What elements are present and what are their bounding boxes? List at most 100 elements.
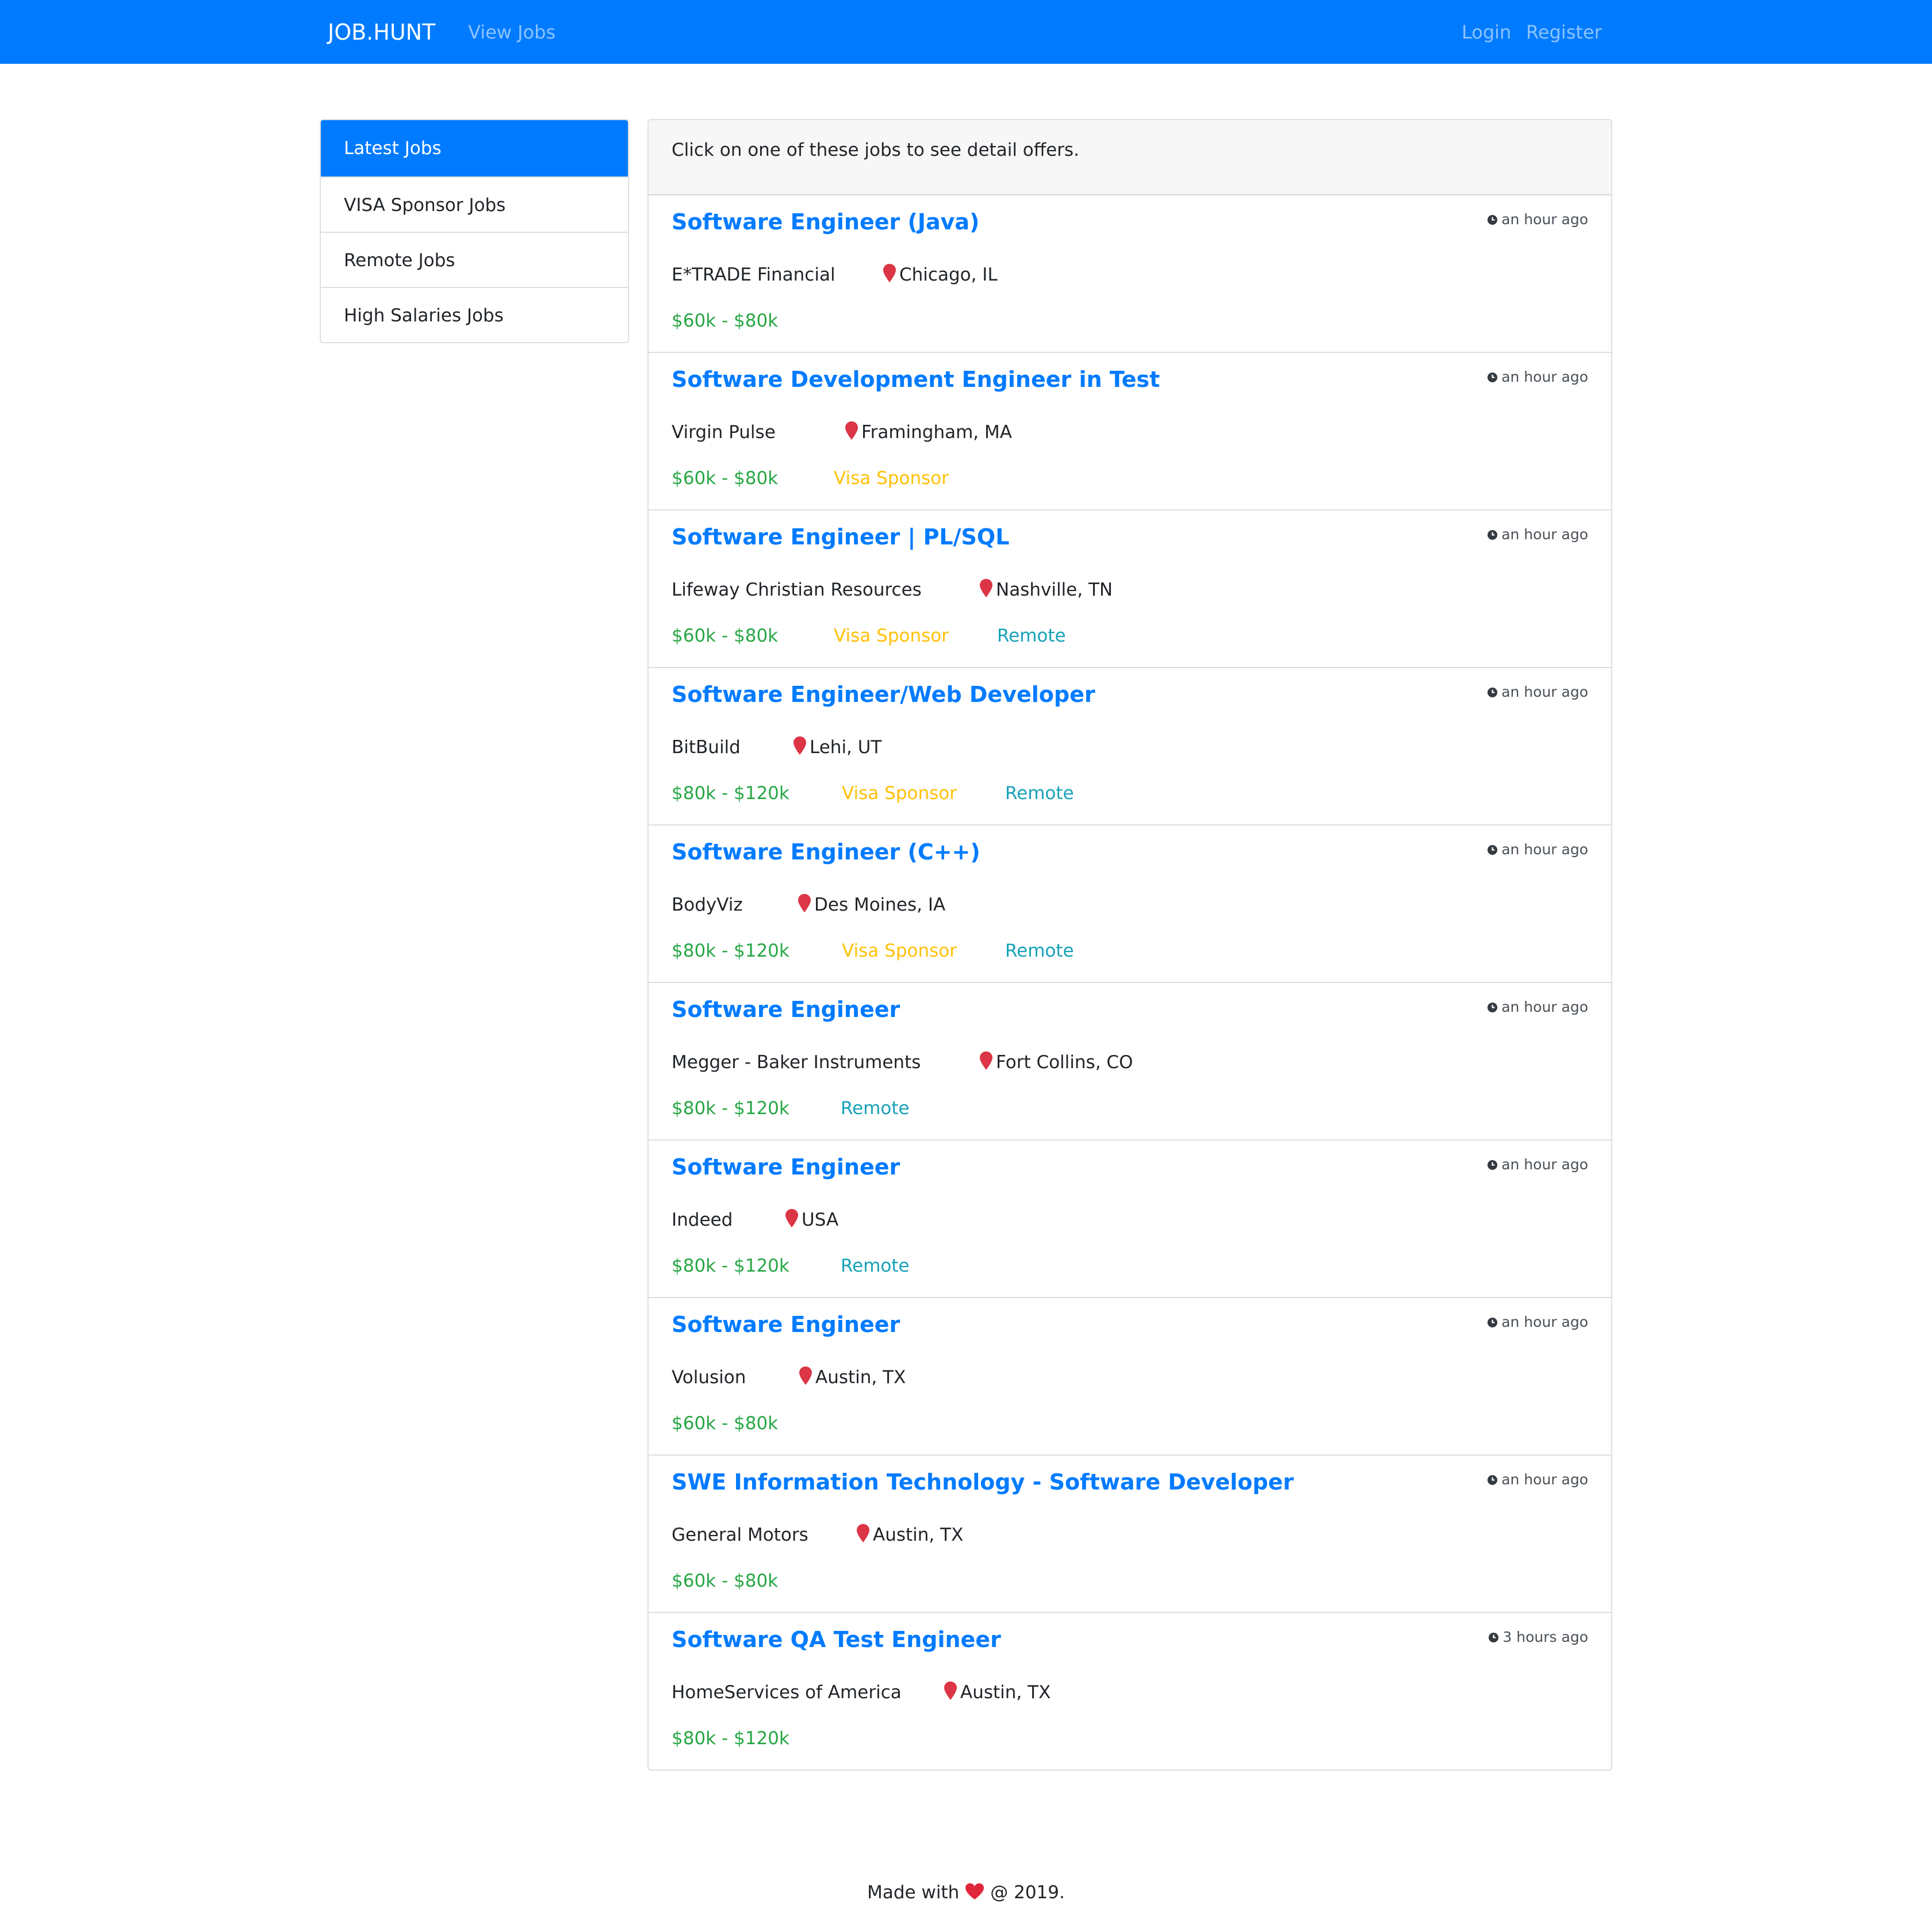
- job-location-text: Fort Collins, CO: [996, 1052, 1133, 1073]
- job-time: an hour ago: [1487, 1470, 1588, 1490]
- clock-icon: [1488, 529, 1498, 540]
- job-location-text: Nashville, TN: [996, 579, 1113, 600]
- map-pin-icon: [883, 264, 896, 282]
- job-item[interactable]: Software Engineer (Java) an hour ago E*TRA…: [649, 195, 1611, 353]
- jobs-card: Click on one of these jobs to see detail…: [647, 119, 1612, 1771]
- job-list: Software Engineer (Java) an hour ago E*TRA…: [649, 195, 1611, 1769]
- company-name: BodyViz: [672, 895, 743, 915]
- job-location: Des Moines, IA: [797, 892, 945, 918]
- map-pin-icon: [857, 1524, 869, 1542]
- job-title[interactable]: Software Engineer/Web Developer: [672, 680, 1095, 709]
- job-item[interactable]: Software Engineer | PL/SQL an hour ago Lif…: [649, 510, 1611, 668]
- job-time: an hour ago: [1487, 525, 1588, 544]
- job-title[interactable]: Software Engineer: [672, 1310, 900, 1339]
- clock-icon: [1488, 687, 1498, 698]
- nav-register[interactable]: Register: [1526, 20, 1602, 45]
- job-time-text: an hour ago: [1501, 684, 1588, 700]
- nav-login[interactable]: Login: [1462, 20, 1511, 45]
- job-location: Nashville, TN: [979, 577, 1113, 602]
- job-item[interactable]: Software Engineer/Web Developer an hour a…: [649, 668, 1611, 826]
- visa-sponsor-tag: Visa Sponsor: [834, 625, 949, 646]
- sidebar-item-latest-jobs[interactable]: Latest Jobs: [321, 120, 628, 176]
- job-title[interactable]: Software QA Test Engineer: [672, 1625, 1001, 1655]
- map-pin-icon: [980, 1051, 992, 1070]
- salary-range: $80k - $120k: [672, 783, 789, 804]
- map-pin-icon: [798, 894, 811, 912]
- job-location: Chicago, IL: [882, 262, 998, 287]
- job-location-text: Lehi, UT: [810, 737, 882, 758]
- remote-tag: Remote: [841, 1256, 910, 1276]
- company-name: Lifeway Christian Resources: [672, 579, 922, 600]
- job-time-text: 3 hours ago: [1502, 1629, 1588, 1645]
- visa-sponsor-tag: Visa Sponsor: [842, 941, 957, 961]
- salary-range: $80k - $120k: [672, 941, 789, 961]
- job-item[interactable]: Software Engineer (C++) an hour ago BodyVi…: [649, 826, 1611, 983]
- sidebar-item-remote-jobs[interactable]: Remote Jobs: [321, 232, 628, 287]
- card-header: Click on one of these jobs to see detail…: [649, 120, 1611, 195]
- job-item[interactable]: Software Development Engineer in Test an …: [649, 353, 1611, 510]
- sidebar-item-visa-sponsor-jobs[interactable]: VISA Sponsor Jobs: [321, 176, 628, 232]
- map-pin-icon: [799, 1366, 812, 1385]
- job-time-text: an hour ago: [1501, 999, 1588, 1015]
- job-location-text: Austin, TX: [960, 1682, 1051, 1703]
- top-navbar: JOB.HUNT View Jobs Login Register: [0, 0, 1932, 64]
- job-item[interactable]: Software QA Test Engineer 3 hours ago Home…: [649, 1613, 1611, 1769]
- salary-range: $80k - $120k: [672, 1098, 789, 1119]
- job-location: Fort Collins, CO: [979, 1050, 1133, 1075]
- heart-icon: [965, 1883, 984, 1899]
- map-pin-icon: [845, 421, 858, 440]
- company-name: HomeServices of America: [672, 1682, 902, 1703]
- job-title[interactable]: Software Engineer: [672, 1152, 900, 1182]
- job-item[interactable]: SWE Information Technology - Software De…: [649, 1456, 1611, 1613]
- job-title[interactable]: Software Engineer (Java): [672, 207, 979, 237]
- job-location-text: Austin, TX: [815, 1367, 906, 1388]
- job-time: an hour ago: [1487, 997, 1588, 1017]
- visa-sponsor-tag: Visa Sponsor: [842, 783, 957, 804]
- job-time: an hour ago: [1487, 210, 1588, 229]
- clock-icon: [1488, 1317, 1498, 1328]
- remote-tag: Remote: [997, 625, 1066, 646]
- brand-logo[interactable]: JOB.HUNT: [328, 17, 435, 47]
- job-title[interactable]: Software Engineer (C++): [672, 837, 980, 867]
- company-name: BitBuild: [672, 737, 741, 758]
- nav-view-jobs[interactable]: View Jobs: [468, 20, 555, 45]
- job-time-text: an hour ago: [1501, 368, 1588, 385]
- job-location: USA: [784, 1207, 838, 1233]
- remote-tag: Remote: [841, 1098, 910, 1119]
- company-name: Virgin Pulse: [672, 422, 776, 443]
- job-title[interactable]: Software Engineer | PL/SQL: [672, 522, 1009, 552]
- job-item[interactable]: Software Engineer an hour ago Megger - Bak…: [649, 983, 1611, 1141]
- footer-text-before: Made with: [867, 1882, 960, 1903]
- map-pin-icon: [944, 1682, 957, 1700]
- job-location-text: Chicago, IL: [899, 264, 998, 285]
- map-pin-icon: [980, 579, 992, 597]
- job-location-text: Austin, TX: [873, 1525, 964, 1545]
- job-time-text: an hour ago: [1501, 1156, 1588, 1173]
- salary-range: $60k - $80k: [672, 1413, 779, 1434]
- job-time-text: an hour ago: [1501, 211, 1588, 228]
- salary-range: $80k - $120k: [672, 1256, 789, 1276]
- job-item[interactable]: Software Engineer an hour ago Indeed USA $80…: [649, 1141, 1611, 1298]
- clock-icon: [1488, 844, 1498, 855]
- job-location-text: Des Moines, IA: [814, 895, 946, 915]
- job-time: an hour ago: [1487, 682, 1588, 702]
- job-location: Lehi, UT: [792, 735, 881, 760]
- salary-range: $80k - $120k: [672, 1728, 789, 1749]
- job-location: Austin, TX: [856, 1522, 963, 1548]
- company-name: Volusion: [672, 1367, 746, 1388]
- company-name: Megger - Baker Instruments: [672, 1052, 921, 1073]
- clock-icon: [1489, 1632, 1499, 1643]
- salary-range: $60k - $80k: [672, 310, 779, 331]
- job-title[interactable]: Software Engineer: [672, 995, 900, 1024]
- job-item[interactable]: Software Engineer an hour ago Volusion Aust…: [649, 1298, 1611, 1456]
- job-title[interactable]: SWE Information Technology - Software De…: [672, 1467, 1294, 1497]
- job-title[interactable]: Software Development Engineer in Test: [672, 364, 1160, 394]
- sidebar-item-high-salaries-jobs[interactable]: High Salaries Jobs: [321, 287, 628, 342]
- sidebar-list: Latest Jobs VISA Sponsor Jobs Remote Job…: [320, 119, 629, 343]
- map-pin-icon: [785, 1209, 798, 1227]
- clock-icon: [1488, 1160, 1498, 1170]
- job-location: Austin, TX: [943, 1680, 1051, 1705]
- clock-icon: [1488, 1002, 1498, 1013]
- job-time-text: an hour ago: [1501, 526, 1588, 543]
- job-time: 3 hours ago: [1488, 1627, 1588, 1647]
